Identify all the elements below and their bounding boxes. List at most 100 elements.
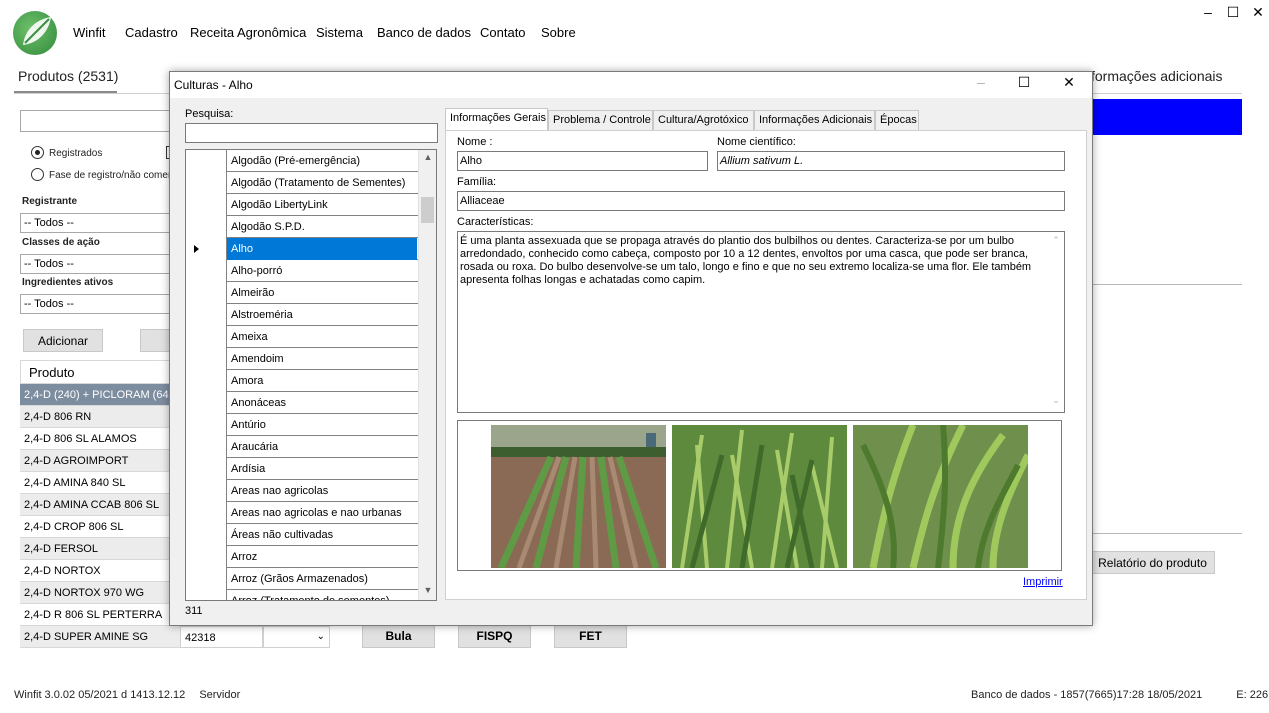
dialog-title: Culturas - Alho (174, 78, 253, 92)
table-row[interactable]: 2,4-D FERSOL (20, 538, 180, 560)
table-row[interactable]: 2,4-D (240) + PICLORAM (64... (20, 384, 180, 406)
menu-receita-agronomica[interactable]: Receita Agronômica (190, 25, 306, 40)
list-item[interactable]: Áreas não cultivadas (186, 524, 436, 546)
list-item[interactable]: Algodão S.P.D. (186, 216, 436, 238)
product-code-cell: 42318 (180, 626, 263, 648)
classes-select[interactable]: -- Todos -- (20, 254, 172, 274)
table-row[interactable]: 2,4-D CROP 806 SL (20, 516, 180, 538)
minimize-icon[interactable]: – (1196, 4, 1220, 20)
tab-problema-controle[interactable]: Problema / Controle (548, 110, 653, 130)
nome-cientifico-field[interactable]: Allium sativum L. (717, 151, 1065, 171)
list-item[interactable]: Antúrio (186, 414, 436, 436)
imprimir-link[interactable]: Imprimir (1023, 576, 1063, 588)
tab-informacoes-adicionais[interactable]: Informações Adicionais (754, 110, 875, 130)
list-item[interactable]: Areas nao agricolas (186, 480, 436, 502)
dialog-minimize-icon[interactable]: – (963, 74, 999, 90)
list-scrollbar[interactable]: ▲ ▼ (418, 150, 436, 600)
list-item[interactable]: Alstroeméria (186, 304, 436, 326)
status-db: Banco de dados - 1857(7665)17:28 18/05/2… (971, 689, 1268, 701)
list-item[interactable]: Arroz (186, 546, 436, 568)
fispq-button[interactable]: FISPQ (458, 624, 531, 648)
scroll-up-icon[interactable]: ▲ (420, 152, 436, 162)
list-item-selected[interactable]: Alho (186, 238, 436, 260)
ingredientes-select[interactable]: -- Todos -- (20, 294, 172, 314)
dialog-close-icon[interactable]: ✕ (1051, 74, 1087, 91)
relatorio-produto-button[interactable]: Relatório do produto (1090, 551, 1215, 574)
culture-images (457, 420, 1062, 571)
separator-line (1092, 533, 1242, 534)
ingredientes-label: Ingredientes ativos (22, 277, 114, 288)
culturas-dialog: Culturas - Alho – ☐ ✕ Pesquisa: Algodão … (169, 71, 1093, 626)
menu-winfit[interactable]: Winfit (73, 25, 106, 40)
list-item[interactable]: Amendoim (186, 348, 436, 370)
chevron-down-icon[interactable]: ⌄ (317, 631, 325, 642)
list-item[interactable]: Algodão (Tratamento de Sementes) (186, 172, 436, 194)
caracteristicas-text: É uma planta assexuada que se propaga at… (460, 235, 1032, 286)
table-row[interactable]: 2,4-D NORTOX (20, 560, 180, 582)
tab-informacoes-adicionais[interactable]: formações adicionais (1091, 68, 1223, 84)
list-item[interactable]: Anonáceas (186, 392, 436, 414)
close-icon[interactable]: ✕ (1246, 4, 1269, 21)
registrante-select[interactable]: -- Todos -- (20, 213, 172, 233)
menu-banco-de-dados[interactable]: Banco de dados (377, 25, 471, 40)
scroll-up-icon[interactable]: ⌃ (1048, 234, 1064, 247)
table-row[interactable]: 2,4-D SUPER AMINE SG (20, 626, 180, 648)
radio-registrados[interactable] (31, 146, 44, 159)
list-item[interactable]: Ardísia (186, 458, 436, 480)
caracteristicas-label: Características: (457, 216, 534, 228)
list-scroll-thumb[interactable] (421, 197, 434, 223)
status-e: E: 226 (1236, 689, 1269, 701)
tab-informacoes-gerais[interactable]: Informações Gerais (445, 108, 548, 130)
maximize-icon[interactable]: ☐ (1221, 4, 1245, 21)
scroll-down-icon[interactable]: ⌄ (1048, 394, 1064, 407)
familia-field[interactable]: Alliaceae (457, 191, 1065, 211)
tab-cultura-agrotoxico[interactable]: Cultura/Agrotóxico (653, 110, 754, 130)
list-item[interactable]: Algodão (Pré-emergência) (186, 150, 436, 172)
garlic-field-photo-1 (491, 425, 666, 568)
list-item[interactable]: Amora (186, 370, 436, 392)
tab-produtos[interactable]: Produtos (2531) (18, 68, 118, 84)
menu-sistema[interactable]: Sistema (316, 25, 363, 40)
table-row[interactable]: 2,4-D 806 SL ALAMOS (20, 428, 180, 450)
caracteristicas-scrollbar[interactable]: ⌃ ⌄ (1047, 232, 1064, 412)
product-search-input[interactable] (20, 110, 180, 132)
table-header-produto: Produto (20, 360, 180, 384)
informacoes-gerais-panel: Nome : Alho Nome científico: Allium sati… (445, 130, 1087, 600)
list-item[interactable]: Algodão LibertyLink (186, 194, 436, 216)
list-item[interactable]: Ameixa (186, 326, 436, 348)
radio-fase-registro-label: Fase de registro/não comer (49, 170, 172, 181)
pesquisa-label: Pesquisa: (185, 108, 234, 120)
pesquisa-input[interactable] (185, 123, 438, 143)
status-version: Winfit 3.0.02 05/2021 d 1413.12.12 Servi… (14, 689, 240, 701)
culture-count: 311 (185, 605, 203, 617)
list-item[interactable]: Araucária (186, 436, 436, 458)
table-row[interactable]: 2,4-D 806 RN (20, 406, 180, 428)
fet-button[interactable]: FET (554, 624, 627, 648)
menu-contato[interactable]: Contato (480, 25, 526, 40)
list-item[interactable]: Alho-porró (186, 260, 436, 282)
table-row[interactable]: 2,4-D R 806 SL PERTERRA (20, 604, 180, 626)
radio-fase-registro[interactable] (31, 168, 44, 181)
caracteristicas-textarea[interactable]: É uma planta assexuada que se propaga at… (457, 231, 1065, 413)
bula-button[interactable]: Bula (362, 624, 435, 648)
table-row[interactable]: 2,4-D AGROIMPORT (20, 450, 180, 472)
table-row[interactable]: 2,4-D AMINA 840 SL (20, 472, 180, 494)
tab-epocas[interactable]: Épocas (875, 110, 919, 130)
list-item[interactable]: Almeirão (186, 282, 436, 304)
menu-sobre[interactable]: Sobre (541, 25, 576, 40)
product-table: Produto 2,4-D (240) + PICLORAM (64... 2,… (20, 360, 180, 648)
table-row[interactable]: 2,4-D AMINA CCAB 806 SL (20, 494, 180, 516)
nome-cientifico-label: Nome científico: (717, 136, 796, 148)
product-select-cell[interactable]: ⌄ (263, 626, 330, 648)
nome-label: Nome : (457, 136, 493, 148)
list-item[interactable]: Arroz (Grãos Armazenados) (186, 568, 436, 590)
table-row[interactable]: 2,4-D NORTOX 970 WG (20, 582, 180, 604)
menu-cadastro[interactable]: Cadastro (125, 25, 178, 40)
list-item[interactable]: Arroz (Tratamento de sementes) (186, 590, 436, 600)
list-item[interactable]: Areas nao agricolas e nao urbanas (186, 502, 436, 524)
status-version-text: Winfit 3.0.02 05/2021 d 1413.12.12 (14, 689, 186, 701)
scroll-down-icon[interactable]: ▼ (420, 585, 436, 595)
nome-field[interactable]: Alho (457, 151, 708, 171)
adicionar-button[interactable]: Adicionar (23, 329, 103, 352)
dialog-maximize-icon[interactable]: ☐ (1006, 74, 1042, 91)
